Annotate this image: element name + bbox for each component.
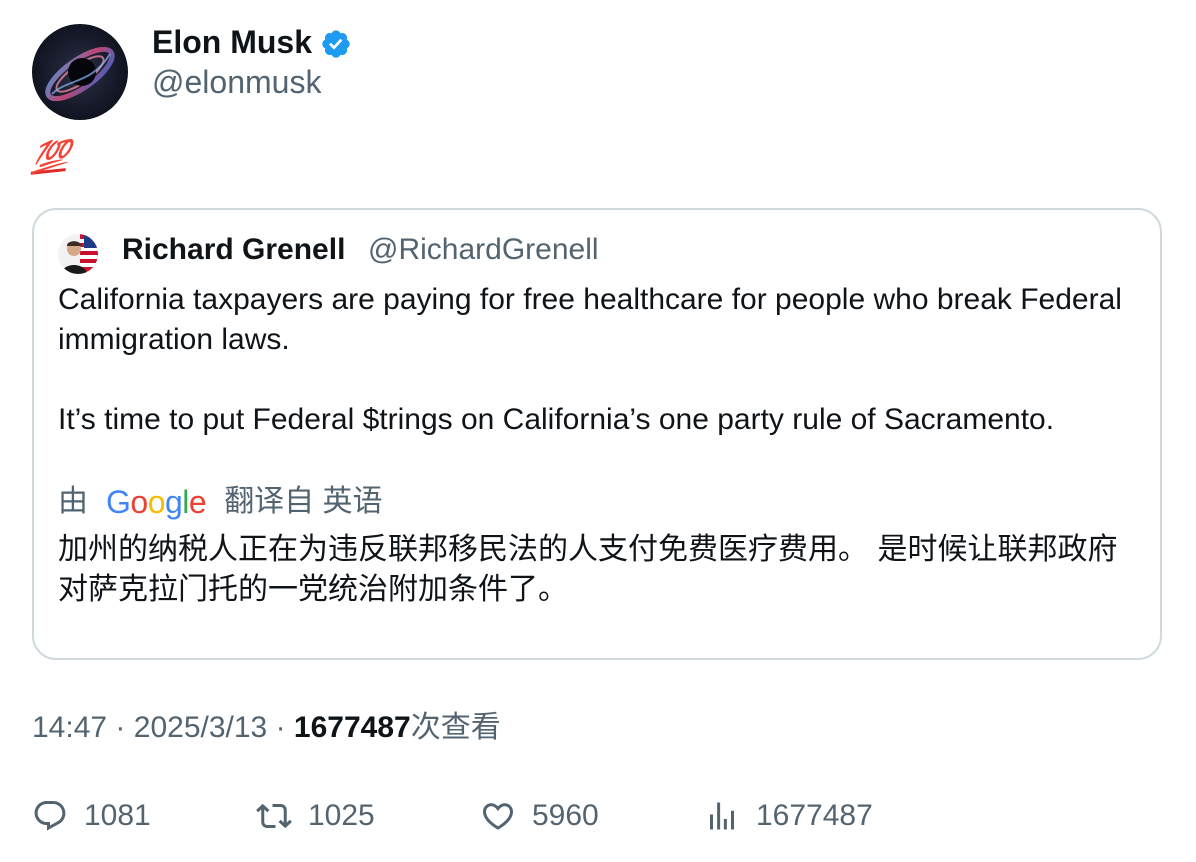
translation-prefix: 由: [58, 485, 88, 518]
tweet-text: 💯: [30, 138, 92, 184]
retweet-button[interactable]: 1025: [256, 796, 375, 836]
quoted-avatar-image: [58, 234, 98, 274]
quoted-tweet-text: California taxpayers are paying for free…: [58, 280, 1138, 440]
author-avatar[interactable]: [32, 24, 128, 120]
quoted-author-avatar[interactable]: [58, 234, 98, 274]
views-action-count: 1677487: [756, 799, 873, 832]
quoted-author-handle: @RichardGrenell: [368, 233, 599, 266]
google-logo: Google: [106, 484, 207, 520]
author-handle[interactable]: @elonmusk: [152, 62, 321, 102]
like-count: 5960: [532, 799, 599, 832]
quoted-paragraph: It’s time to put Federal $trings on Cali…: [58, 403, 1055, 436]
author-name[interactable]: Elon Musk: [152, 22, 312, 62]
translation-suffix: 翻译自 英语: [224, 485, 383, 518]
tweet-meta: 14:47 · 2025/3/13 · 1677487次查看: [32, 708, 501, 748]
verified-badge-icon[interactable]: [320, 28, 352, 60]
views-count: 1677487: [293, 711, 411, 744]
views-button[interactable]: 1677487: [704, 796, 873, 836]
meta-separator: ·: [275, 711, 286, 744]
quoted-paragraph: California taxpayers are paying for free…: [58, 283, 1122, 356]
bar-chart-icon: [710, 802, 734, 830]
quoted-translation-text: 加州的纳税人正在为违反联邦移民法的人支付免费医疗费用。 是时候让联邦政府对萨克拉…: [58, 532, 1118, 607]
heart-icon: [482, 803, 514, 830]
quoted-author-name: Richard Grenell: [122, 233, 346, 266]
retweet-icon: [256, 803, 292, 829]
reply-bubble-icon: [34, 801, 66, 831]
avatar-image: [32, 24, 128, 120]
reply-button[interactable]: 1081: [32, 796, 151, 836]
translated-by-google: 由 Google 翻译自 英语: [58, 482, 383, 522]
like-button[interactable]: 5960: [480, 796, 599, 836]
views-label: 次查看: [410, 711, 501, 744]
tweet-date[interactable]: 2025/3/13: [134, 711, 267, 744]
tweet-time[interactable]: 14:47: [32, 711, 107, 744]
reply-count: 1081: [84, 799, 151, 832]
meta-separator: ·: [115, 711, 126, 744]
quoted-tweet-card[interactable]: Richard Grenell @RichardGrenell Californ…: [32, 208, 1162, 660]
hundred-points-emoji: 💯: [30, 138, 68, 177]
retweet-count: 1025: [308, 799, 375, 832]
